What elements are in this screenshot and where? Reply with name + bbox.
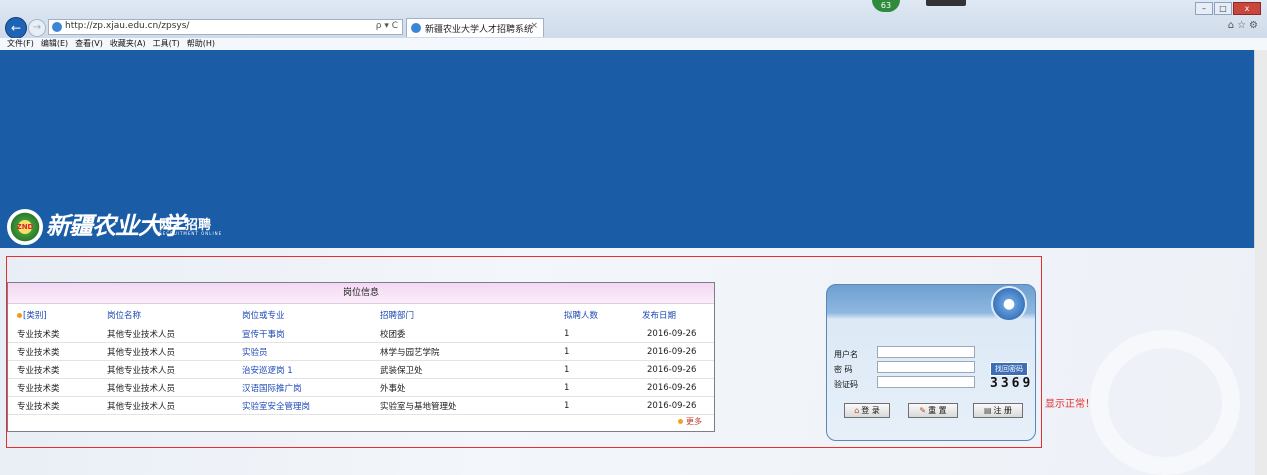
reset-button[interactable]: ✎ 重 置 [908,403,958,418]
tab-active[interactable]: 新疆农业大学人才招聘系统 × [406,18,544,37]
job-link[interactable]: 治安巡逻岗 1 [233,360,371,379]
job-link[interactable]: 实验员 [233,342,371,361]
col-headcount: 拟聘人数 [564,310,599,321]
cell-date: 2016-09-26 [633,396,714,415]
job-link[interactable]: 汉语国际推广岗 [233,378,371,397]
table-row: 专业技术类 其他专业技术人员 宣传干事岗 校团委 1 2016-09-26 [8,325,714,343]
cell-post-name: 其他专业技术人员 [98,360,233,379]
close-icon[interactable]: x [1233,2,1261,15]
cell-date: 2016-09-26 [633,378,714,397]
cell-category: 专业技术类 [8,360,98,379]
job-link[interactable]: 宣传干事岗 [233,325,371,343]
more-link[interactable]: 更多 [678,416,702,427]
job-list-panel: 岗位信息 [类别] 岗位名称 岗位或专业 招聘部门 拟聘人数 发布日期 专业技术… [7,282,715,432]
login-button[interactable]: ⌂ 登 录 [844,403,890,418]
maximize-icon[interactable]: □ [1214,2,1232,15]
minimize-icon[interactable]: – [1195,2,1213,15]
tab-favicon-icon [411,23,421,33]
recruit-subtitle: RECRUITMENT ONLINE [159,231,223,236]
menu-bar: 文件(F) 编辑(E) 查看(V) 收藏夹(A) 工具(T) 帮助(H) [0,38,1267,50]
page-scrollbar[interactable] [1254,50,1267,475]
address-url[interactable]: http://zp.xjau.edu.cn/zpsys/ [65,21,189,31]
lock-icon: ● [991,286,1027,322]
settings-gear-icon[interactable]: ⚙ [1249,20,1261,31]
table-row: 专业技术类 其他专业技术人员 实验室安全管理岗 实验室与基地管理处 1 2016… [8,396,714,415]
cell-headcount: 1 [555,396,633,415]
cell-department: 实验室与基地管理处 [371,396,555,415]
cell-post-name: 其他专业技术人员 [98,342,233,361]
col-category: [类别] [8,304,98,325]
table-row: 专业技术类 其他专业技术人员 实验员 林学与园艺学院 1 2016-09-26 [8,342,714,361]
password-input[interactable] [877,361,975,373]
cell-category: 专业技术类 [8,342,98,361]
background-watermark [1090,330,1240,475]
tab-close-icon[interactable]: × [530,21,538,31]
menu-edit[interactable]: 编辑(E) [41,38,68,50]
bullet-icon [17,312,22,318]
cell-department: 校团委 [371,325,555,343]
captcha-image[interactable]: 3369 [990,376,1033,391]
cell-date: 2016-09-26 [633,342,714,361]
cell-category: 专业技术类 [8,378,98,397]
forward-button[interactable]: → [28,19,46,37]
cell-category: 专业技术类 [8,325,98,343]
browser-tools: ⌂☆⚙ [1228,20,1261,31]
col-department: 招聘部门 [380,310,415,321]
home-icon[interactable]: ⌂ [1228,20,1237,31]
notification-badge: 63 [872,0,900,12]
cell-headcount: 1 [555,325,633,343]
cell-post-name: 其他专业技术人员 [98,396,233,415]
browser-chrome: ← → http://zp.xjau.edu.cn/zpsys/ ρ ▾ C 新… [0,0,1267,39]
register-doc-icon: ▤ [983,406,992,415]
col-publish-date: 发布日期 [642,310,677,321]
login-house-icon: ⌂ [854,406,860,415]
job-table: [类别] 岗位名称 岗位或专业 招聘部门 拟聘人数 发布日期 专业技术类 其他专… [8,304,714,415]
more-bullet-icon [678,419,683,424]
cell-headcount: 1 [555,342,633,361]
cell-date: 2016-09-26 [633,325,714,343]
tab-title: 新疆农业大学人才招聘系统 [425,25,534,35]
favorites-star-icon[interactable]: ☆ [1237,20,1249,31]
table-row: 专业技术类 其他专业技术人员 汉语国际推广岗 外事处 1 2016-09-26 [8,378,714,397]
register-button[interactable]: ▤ 注 册 [973,403,1023,418]
back-button[interactable]: ← [5,17,27,39]
menu-help[interactable]: 帮助(H) [187,38,215,50]
username-label: 用户名 [834,350,858,359]
job-link[interactable]: 实验室安全管理岗 [233,396,371,415]
cell-department: 外事处 [371,378,555,397]
password-label: 密 码 [834,365,853,374]
job-list-title: 岗位信息 [8,283,714,304]
cell-category: 专业技术类 [8,396,98,415]
captcha-label: 验证码 [834,380,858,389]
find-password-button[interactable]: 找回密码 [990,362,1028,376]
university-seal-icon: ZND [7,209,43,245]
address-bar[interactable]: http://zp.xjau.edu.cn/zpsys/ ρ ▾ C [48,19,403,35]
address-search-refresh-icon[interactable]: ρ ▾ C [376,21,398,31]
status-text: 显示正常！ [1045,399,1095,410]
keyboard-icon [926,0,966,6]
menu-view[interactable]: 查看(V) [75,38,103,50]
username-input[interactable] [877,346,975,358]
menu-favorites[interactable]: 收藏夹(A) [110,38,146,50]
cell-headcount: 1 [555,360,633,379]
cell-date: 2016-09-26 [633,360,714,379]
job-table-header: [类别] 岗位名称 岗位或专业 招聘部门 拟聘人数 发布日期 [8,304,714,325]
menu-tools[interactable]: 工具(T) [153,38,180,50]
col-post-major: 岗位或专业 [242,310,285,321]
reset-brush-icon: ✎ [919,406,927,415]
col-post-name: 岗位名称 [107,310,142,321]
captcha-input[interactable] [877,376,975,388]
cell-post-name: 其他专业技术人员 [98,325,233,343]
window-controls: – □ x [1194,2,1261,15]
cell-post-name: 其他专业技术人员 [98,378,233,397]
cell-department: 武装保卫处 [371,360,555,379]
cell-department: 林学与园艺学院 [371,342,555,361]
menu-file[interactable]: 文件(F) [7,38,34,50]
cell-headcount: 1 [555,378,633,397]
ie-favicon-icon [52,22,62,32]
table-row: 专业技术类 其他专业技术人员 治安巡逻岗 1 武装保卫处 1 2016-09-2… [8,360,714,379]
